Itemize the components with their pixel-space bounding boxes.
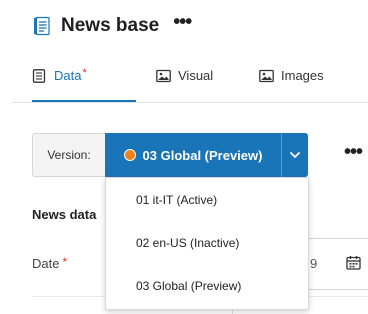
version-dropdown-menu: 01 it-IT (Active) 02 en-US (Inactive) 03… xyxy=(105,177,309,310)
page-header: News base ••• xyxy=(32,12,192,40)
tab-visual[interactable]: Visual xyxy=(156,50,213,101)
required-marker: * xyxy=(82,66,87,79)
tab-data[interactable]: Data * xyxy=(32,50,136,102)
tab-images[interactable]: Images xyxy=(259,50,324,101)
date-label-text: Date xyxy=(32,256,60,271)
section-title: News data xyxy=(32,207,97,222)
tab-images-label: Images xyxy=(281,68,324,83)
page-title: News base xyxy=(61,15,160,36)
more-horizontal-icon[interactable]: ••• xyxy=(344,142,363,162)
calendar-icon[interactable] xyxy=(346,255,361,270)
more-horizontal-icon[interactable]: ••• xyxy=(173,12,192,32)
chevron-down-icon xyxy=(290,146,300,164)
version-option[interactable]: 02 en-US (Inactive) xyxy=(106,223,308,263)
version-selector: Version: 03 Global (Preview) xyxy=(32,133,308,177)
tab-bar: Data * Visual Images xyxy=(12,50,368,103)
image-icon xyxy=(156,69,171,83)
date-field-label: Date * xyxy=(32,255,68,271)
tab-data-label: Data xyxy=(54,68,82,83)
selected-version: 03 Global (Preview) xyxy=(142,147,263,163)
tab-visual-label: Visual xyxy=(178,68,214,83)
date-value: 9 xyxy=(310,256,318,271)
version-option[interactable]: 01 it-IT (Active) xyxy=(106,180,308,220)
document-icon xyxy=(32,16,52,36)
version-option[interactable]: 03 Global (Preview) xyxy=(106,266,308,306)
document-icon xyxy=(32,68,47,83)
version-select-button[interactable]: 03 Global (Preview) xyxy=(105,133,281,177)
status-dot-icon xyxy=(123,149,136,161)
version-label: Version: xyxy=(32,133,105,177)
version-dropdown-toggle[interactable] xyxy=(281,133,308,177)
active-tab-indicator xyxy=(32,100,136,102)
image-icon xyxy=(259,69,274,83)
required-marker: * xyxy=(62,255,68,269)
